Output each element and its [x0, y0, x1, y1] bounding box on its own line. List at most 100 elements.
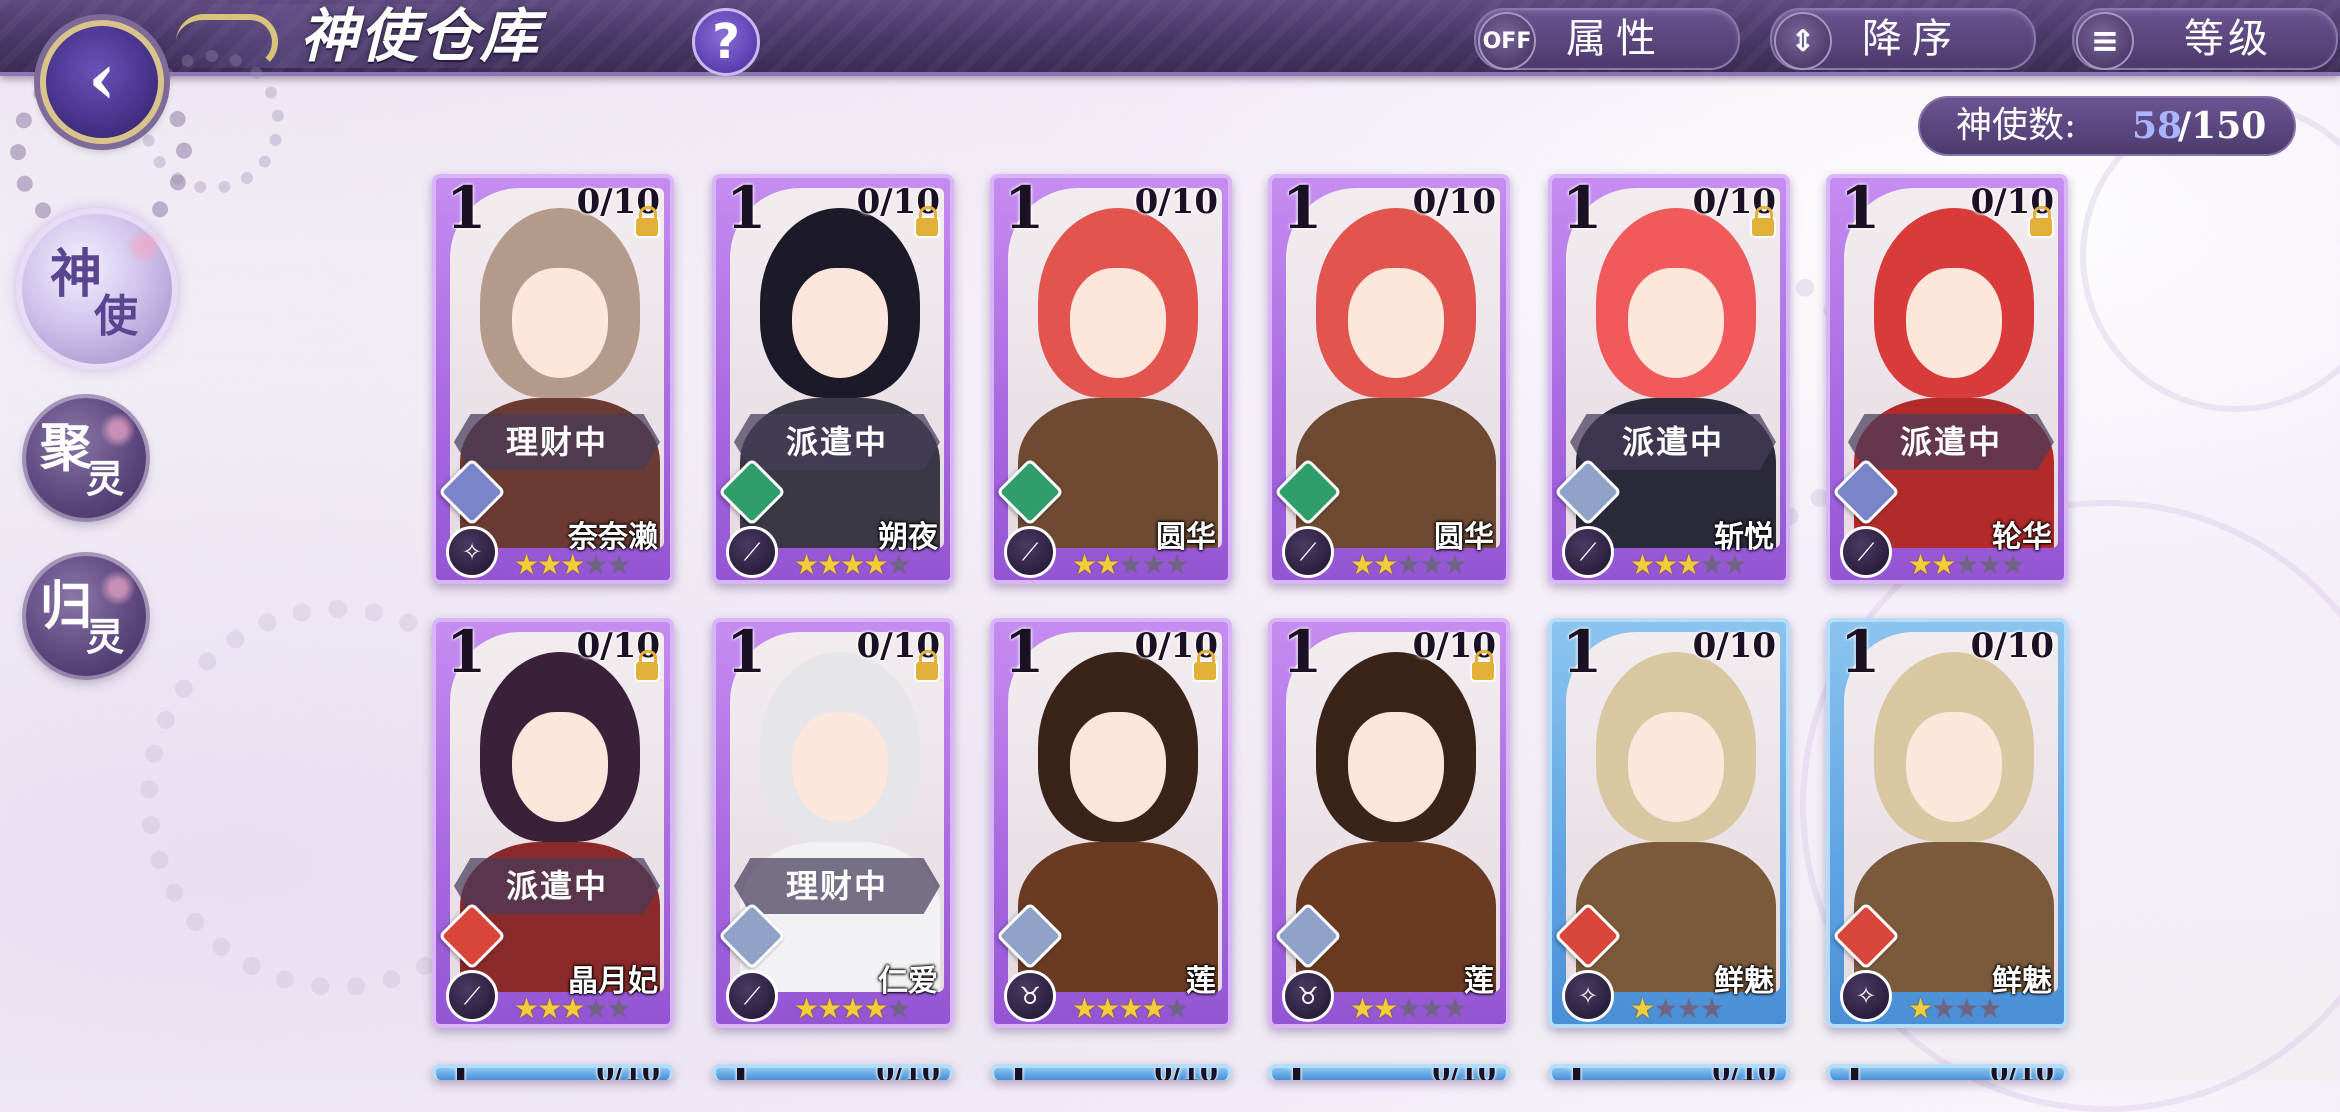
star-filled-icon: ★	[817, 992, 842, 1025]
sidebar-tab-juling[interactable]: 聚 灵	[26, 398, 146, 518]
portrait-face	[1070, 268, 1166, 378]
card-level: 1	[1840, 618, 1881, 686]
card-level: 1	[1840, 1068, 1868, 1080]
card-level: 1	[1282, 1068, 1310, 1080]
portrait-face	[512, 268, 608, 378]
star-filled-icon: ★	[1676, 548, 1701, 581]
character-card[interactable]: 1 0/10 ♉ 莲 ★★★★★	[990, 618, 1232, 1028]
star-filled-icon: ★	[1373, 548, 1398, 581]
portrait-face	[1906, 712, 2002, 822]
star-rating: ★★★★★	[1350, 548, 1468, 581]
portrait-face	[792, 268, 888, 378]
character-card[interactable]: 1 0/10 ✧ 鲜魅 ★★★★	[1548, 618, 1790, 1028]
character-card[interactable]: 1 0/10	[1268, 1064, 1510, 1080]
portrait-face	[1906, 268, 2002, 378]
star-filled-icon: ★	[863, 992, 888, 1025]
weapon-type-icon: ⟋	[446, 970, 498, 1022]
card-shard-count: 0/10	[1154, 1064, 1218, 1080]
sidebar-tab-label: 归	[40, 576, 93, 637]
character-card[interactable]: 1 0/10 派遣中 ⟋ 轮华 ★★★★★	[1826, 174, 2068, 584]
star-empty-icon: ★	[1396, 548, 1421, 581]
star-filled-icon: ★	[1350, 548, 1375, 581]
character-card[interactable]: 1 0/10	[990, 1064, 1232, 1080]
character-card[interactable]: 1 0/10 派遣中 ⟋ 朔夜 ★★★★★	[712, 174, 954, 584]
character-card[interactable]: 1 0/10 ✧ 鲜魅 ★★★★	[1826, 618, 2068, 1028]
star-empty-icon: ★	[1977, 992, 2002, 1025]
sort-by-button[interactable]: ≡ 等级	[2072, 8, 2338, 70]
weapon-type-icon: ✧	[1840, 970, 1892, 1022]
character-card[interactable]: 1 0/10	[1548, 1064, 1790, 1080]
character-card[interactable]: 1 0/10 理财中 ✧ 奈奈濑 ★★★★★	[432, 174, 674, 584]
portrait-face	[1070, 712, 1166, 822]
weapon-type-icon: ⟋	[1562, 526, 1614, 578]
sidebar-tab-label: 灵	[86, 456, 125, 501]
star-filled-icon: ★	[514, 992, 539, 1025]
sort-order-button[interactable]: ⇕ 降序	[1770, 8, 2036, 70]
lock-icon	[916, 206, 938, 236]
attribute-filter-button[interactable]: OFF 属性	[1474, 8, 1740, 70]
character-card[interactable]: 1 0/10 理财中 ⟋ 仁爱 ★★★★★	[712, 618, 954, 1028]
character-card[interactable]: 1 0/10 ♉ 莲 ★★★★★	[1268, 618, 1510, 1028]
weapon-type-icon: ♉	[1282, 970, 1334, 1022]
star-filled-icon: ★	[1630, 992, 1655, 1025]
star-empty-icon: ★	[583, 992, 608, 1025]
card-level: 1	[1004, 1068, 1032, 1080]
star-rating: ★★★★★	[1350, 992, 1468, 1025]
star-empty-icon: ★	[1396, 992, 1421, 1025]
star-empty-icon: ★	[2000, 548, 2025, 581]
star-filled-icon: ★	[514, 548, 539, 581]
card-status-badge: 理财中	[454, 414, 660, 470]
star-empty-icon: ★	[1954, 548, 1979, 581]
weapon-type-icon: ⟋	[726, 970, 778, 1022]
flower-ornament-icon	[100, 570, 136, 606]
character-card[interactable]: 1 0/10	[432, 1064, 674, 1080]
weapon-type-icon: ⟋	[1004, 526, 1056, 578]
back-button[interactable]: ‹	[40, 20, 164, 144]
star-filled-icon: ★	[560, 548, 585, 581]
star-rating: ★★★★★	[514, 548, 632, 581]
flower-ornament-icon	[100, 412, 136, 448]
back-arrow-icon: ‹	[88, 36, 116, 120]
star-rating: ★★★★★	[1908, 548, 2026, 581]
portrait-face	[1628, 712, 1724, 822]
card-shard-count: 0/10	[596, 1064, 660, 1080]
roster-count-label: 神使数:	[1956, 105, 2077, 146]
lock-icon	[636, 206, 658, 236]
card-status-badge: 派遣中	[734, 414, 940, 470]
character-card[interactable]: 1 0/10 派遣中 ⟋ 斩悦 ★★★★★	[1548, 174, 1790, 584]
character-card[interactable]: 1 0/10 ⟋ 圆华 ★★★★★	[1268, 174, 1510, 584]
sort-order-icon: ⇕	[1774, 12, 1832, 70]
sidebar-tab-label: 使	[94, 291, 138, 342]
star-filled-icon: ★	[1350, 992, 1375, 1025]
character-card[interactable]: 1 0/10	[1826, 1064, 2068, 1080]
portrait-face	[512, 712, 608, 822]
star-empty-icon: ★	[583, 548, 608, 581]
card-level: 1	[726, 618, 767, 686]
sidebar-tab-shenshi[interactable]: 神 使	[22, 214, 172, 364]
card-shard-count: 0/10	[1712, 1064, 1776, 1080]
star-empty-icon: ★	[1977, 548, 2002, 581]
character-card[interactable]: 1 0/10 ⟋ 圆华 ★★★★★	[990, 174, 1232, 584]
help-button[interactable]: ?	[692, 8, 760, 76]
card-status-badge: 派遣中	[454, 858, 660, 914]
star-empty-icon: ★	[1699, 548, 1724, 581]
portrait-face	[1348, 268, 1444, 378]
star-empty-icon: ★	[886, 548, 911, 581]
question-icon: ?	[712, 14, 740, 70]
star-empty-icon: ★	[606, 548, 631, 581]
star-filled-icon: ★	[1095, 992, 1120, 1025]
weapon-type-icon: ⟋	[1282, 526, 1334, 578]
card-level: 1	[1282, 174, 1323, 242]
star-rating: ★★★★★	[794, 548, 912, 581]
card-level: 1	[1562, 174, 1603, 242]
card-level: 1	[1004, 174, 1045, 242]
sidebar-tab-guiling[interactable]: 归 灵	[26, 556, 146, 676]
character-card[interactable]: 1 0/10	[712, 1064, 954, 1080]
star-empty-icon: ★	[1931, 992, 1956, 1025]
star-rating: ★★★★★	[794, 992, 912, 1025]
card-level: 1	[1562, 618, 1603, 686]
star-rating: ★★★★	[1908, 992, 2002, 1025]
weapon-type-icon: ⟋	[1840, 526, 1892, 578]
star-filled-icon: ★	[560, 992, 585, 1025]
character-card[interactable]: 1 0/10 派遣中 ⟋ 晶月妃 ★★★★★	[432, 618, 674, 1028]
